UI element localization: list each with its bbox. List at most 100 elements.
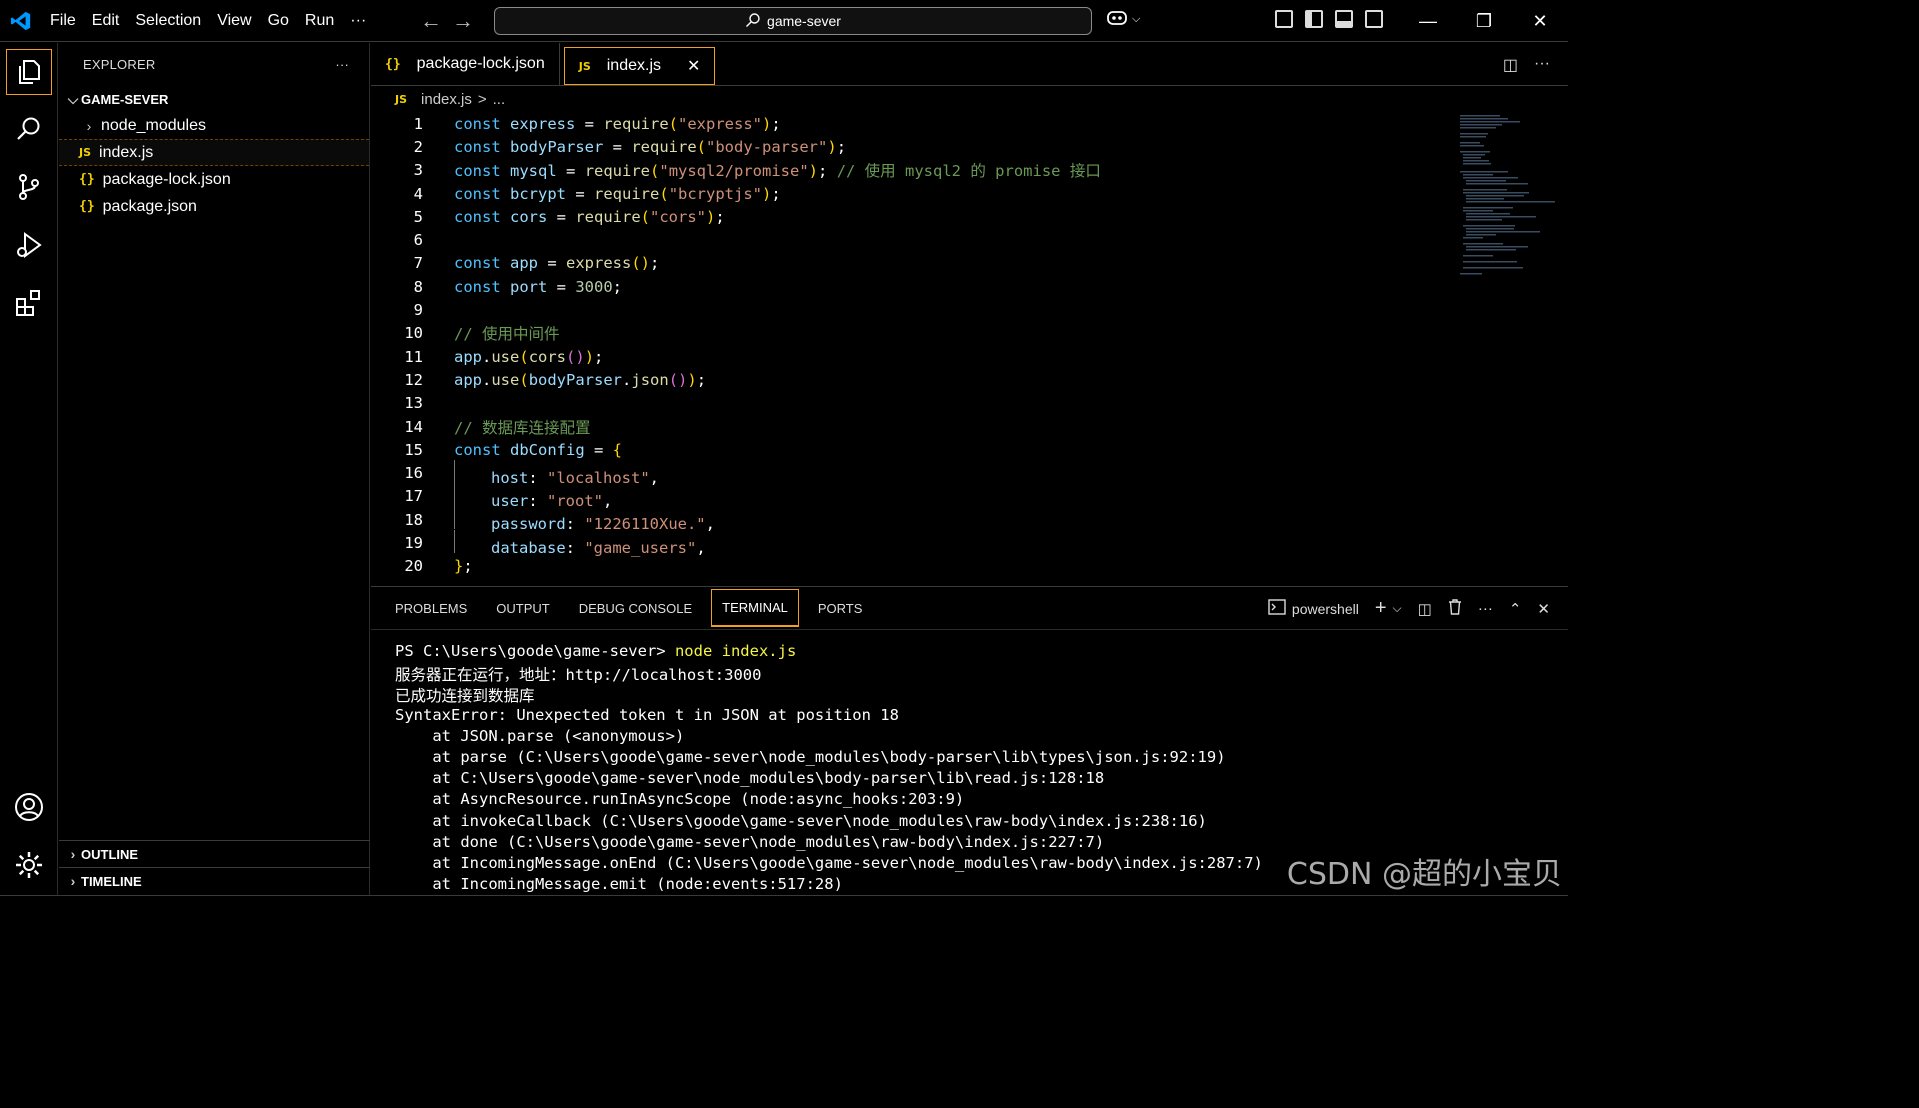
line-number: 14 (404, 417, 423, 436)
source-control-activity[interactable] (0, 159, 58, 217)
status-bar (0, 895, 1568, 905)
toggle-primary-sidebar-icon[interactable] (1305, 10, 1323, 28)
new-terminal-icon[interactable]: + (1375, 597, 1387, 620)
more-actions-icon[interactable]: ··· (1534, 55, 1550, 75)
extensions-icon (14, 288, 44, 321)
copilot-button[interactable]: ⌵ (1106, 8, 1140, 31)
code-line: 17 user: "root", (371, 482, 1568, 510)
restore-icon[interactable]: ❐ (1456, 0, 1512, 42)
menu-file[interactable]: File (42, 12, 84, 30)
code-text: // 数据库连接配置 (423, 416, 591, 438)
tab-problems[interactable]: PROBLEMS (385, 589, 477, 627)
watermark: CSDN @超的小宝贝 (1286, 857, 1562, 892)
menu-selection[interactable]: Selection (127, 12, 209, 30)
code-line: 2 const bodyParser = require("body-parser… (371, 135, 1568, 158)
code-line: 13 (371, 392, 1568, 415)
menu-more[interactable]: ··· (342, 12, 374, 30)
back-arrow-icon[interactable]: ← (420, 8, 442, 34)
vscode-logo-icon (0, 0, 42, 42)
timeline-label: TIMELINE (81, 873, 142, 889)
breadcrumb-file[interactable]: index.js (421, 91, 472, 108)
explorer-activity[interactable] (0, 43, 58, 101)
line-number: 12 (404, 370, 423, 389)
explorer-more-button[interactable]: ··· (335, 57, 349, 72)
tab-debug-console[interactable]: DEBUG CONSOLE (569, 589, 702, 627)
js-file-icon: JS (578, 59, 591, 73)
close-panel-icon[interactable]: ✕ (1537, 600, 1550, 618)
code-line: 20}; (371, 555, 1568, 578)
window-controls: — ❐ ✕ (1400, 0, 1568, 42)
code-text: const bodyParser = require("body-parser"… (454, 137, 847, 156)
title-bar: File Edit Selection View Go Run ··· ← → … (0, 0, 1568, 42)
chevron-down-icon[interactable]: ⌵ (1393, 601, 1402, 616)
minimize-icon[interactable]: — (1400, 0, 1456, 42)
search-icon (15, 115, 43, 146)
outline-section[interactable]: › OUTLINE (59, 840, 370, 867)
workspace-folder[interactable]: ⌵ GAME-SEVER (59, 86, 369, 112)
extensions-activity[interactable] (0, 275, 58, 333)
close-tab-icon[interactable]: ✕ (687, 56, 700, 76)
terminal-line: SyntaxError: Unexpected token t in JSON … (395, 705, 899, 724)
code-text: app.use(bodyParser.json()); (454, 370, 707, 389)
terminal-shell-selector[interactable]: powershell (1268, 598, 1359, 619)
menu-edit[interactable]: Edit (84, 12, 128, 30)
tree-item-index-js[interactable]: JS index.js (59, 139, 369, 166)
code-line: 1 const express = require("express"); (371, 112, 1568, 135)
more-actions-icon[interactable]: ··· (1478, 600, 1493, 617)
accounts-activity[interactable] (0, 779, 58, 837)
tree-item-package-json[interactable]: {} package.json (59, 193, 369, 220)
search-activity[interactable] (0, 101, 58, 159)
split-terminal-icon[interactable]: ◫ (1418, 600, 1432, 618)
close-window-icon[interactable]: ✕ (1512, 0, 1568, 42)
explorer-title: EXPLORER (83, 57, 156, 72)
run-debug-activity[interactable] (0, 217, 58, 275)
tab-terminal[interactable]: TERMINAL (711, 589, 799, 627)
tree-item-package-lock-json[interactable]: {} package-lock.json (59, 166, 369, 193)
editor-tabs: {} package-lock.json JS index.js ✕ ◫ ··· (371, 43, 1568, 86)
line-number: 3 (413, 161, 423, 180)
tab-index-js[interactable]: JS index.js ✕ (563, 47, 716, 85)
search-icon (745, 12, 761, 31)
breadcrumb-symbol[interactable]: ... (493, 91, 506, 108)
toggle-panel-icon[interactable] (1335, 10, 1353, 28)
terminal-command: node index.js (674, 642, 797, 660)
source-control-icon (15, 173, 43, 204)
code-text: const bcrypt = require("bcryptjs"); (454, 184, 781, 203)
tab-ports[interactable]: PORTS (808, 589, 873, 627)
code-text: const express = require("express"); (454, 114, 781, 133)
tree-item-label: package.json (102, 197, 197, 215)
menu-view[interactable]: View (209, 12, 259, 30)
line-number: 7 (413, 254, 423, 273)
code-line: 11 app.use(cors()); (371, 345, 1568, 368)
code-editor[interactable]: 1 const express = require("express"); 2 co… (371, 112, 1568, 585)
minimap[interactable] (1460, 115, 1556, 280)
command-center-label: game-sever (767, 13, 841, 29)
tree-item-node-modules[interactable]: › node_modules (59, 112, 369, 139)
code-text: const dbConfig = { (454, 440, 623, 459)
trash-icon[interactable] (1448, 598, 1462, 619)
panel-actions: powershell + ⌵ ◫ ··· ⌃ ✕ (1268, 597, 1550, 620)
terminal-line: at AsyncResource.runInAsyncScope (node:a… (395, 790, 965, 809)
maximize-panel-icon[interactable]: ⌃ (1509, 600, 1522, 618)
manage-activity[interactable] (0, 837, 58, 895)
toggle-secondary-sidebar-icon[interactable] (1365, 10, 1383, 28)
tab-output[interactable]: OUTPUT (486, 589, 559, 627)
code-comment: // 使用中间件 (454, 325, 560, 344)
menu-run[interactable]: Run (297, 12, 342, 30)
forward-arrow-icon[interactable]: → (452, 8, 474, 34)
tab-label: package-lock.json (416, 55, 545, 72)
tab-package-lock-json[interactable]: {} package-lock.json (371, 43, 560, 85)
chevron-down-icon: ⌵ (67, 90, 79, 107)
line-number: 20 (404, 557, 423, 576)
customize-layout-icon[interactable] (1275, 10, 1293, 28)
files-icon (6, 49, 52, 95)
explorer-header: EXPLORER ··· (59, 43, 369, 86)
split-editor-icon[interactable]: ◫ (1503, 55, 1518, 75)
menu-go[interactable]: Go (260, 12, 297, 30)
code-line: 14 // 数据库连接配置 (371, 415, 1568, 438)
terminal-line: 已成功连接到数据库 (395, 687, 535, 706)
command-center-search[interactable]: game-sever (494, 7, 1092, 35)
timeline-section[interactable]: › TIMELINE (59, 867, 370, 894)
line-number: 10 (404, 324, 423, 343)
line-number: 2 (413, 137, 423, 156)
